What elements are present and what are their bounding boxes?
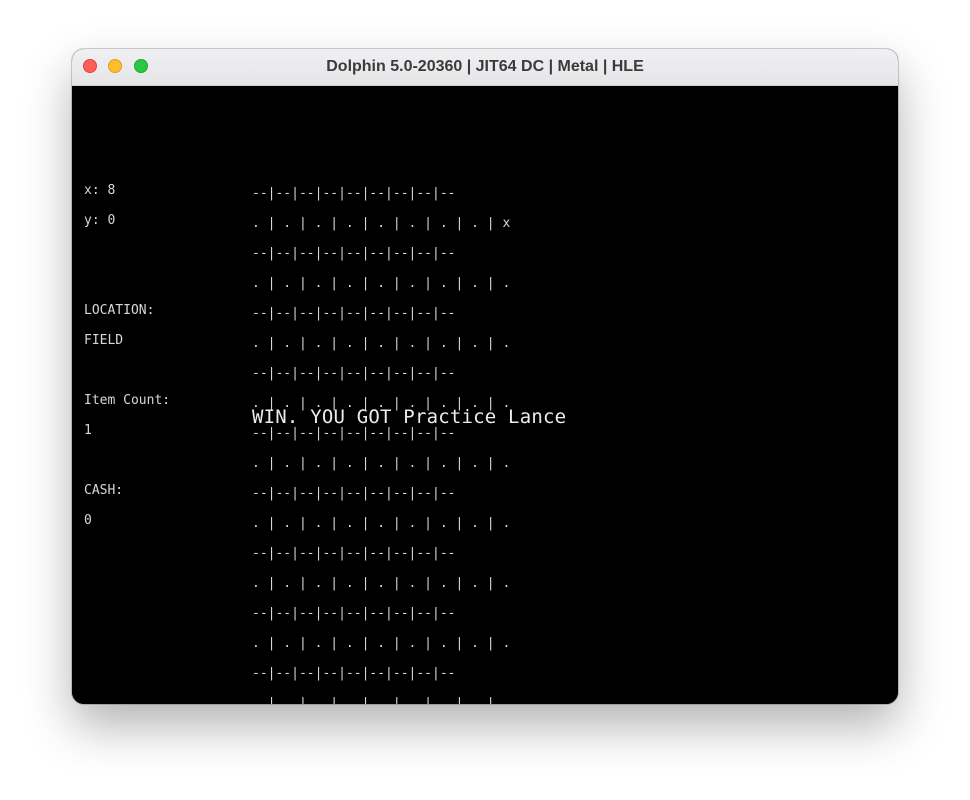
- grid-row: . | . | . | . | . | . | . | . | .: [252, 576, 511, 591]
- grid-row: . | . | . | . | . | . | . | . | .: [252, 336, 511, 351]
- game-screen[interactable]: x: 8 y: 0 LOCATION: FIELD Item Count: 1 …: [72, 86, 898, 704]
- grid-row: --|--|--|--|--|--|--|--|--: [252, 246, 456, 261]
- ascii-map-grid: --|--|--|--|--|--|--|--|-- . | . | . | .…: [252, 169, 510, 704]
- grid-row: . | . | . | . | . | . | . | . | .: [252, 456, 511, 471]
- hud-y-coordinate: y: 0: [84, 213, 116, 228]
- grid-row: --|--|--|--|--|--|--|--|--: [252, 306, 456, 321]
- emulator-window: Dolphin 5.0-20360 | JIT64 DC | Metal | H…: [72, 49, 898, 704]
- grid-row: . | . | . | . | . | . | . | . | .: [252, 696, 511, 704]
- grid-row: --|--|--|--|--|--|--|--|--: [252, 546, 456, 561]
- grid-row: --|--|--|--|--|--|--|--|--: [252, 486, 456, 501]
- title-bar[interactable]: Dolphin 5.0-20360 | JIT64 DC | Metal | H…: [72, 49, 898, 86]
- hud-location-label: LOCATION:: [84, 303, 155, 318]
- grid-row: . | . | . | . | . | . | . | . | .: [252, 516, 511, 531]
- win-message: WIN. YOU GOT Practice Lance: [252, 406, 567, 428]
- grid-row: . | . | . | . | . | . | . | . | x: [252, 216, 511, 231]
- grid-row: --|--|--|--|--|--|--|--|--: [252, 426, 456, 441]
- grid-row: --|--|--|--|--|--|--|--|--: [252, 366, 456, 381]
- hud-item-count-label: Item Count:: [84, 393, 171, 408]
- grid-row: --|--|--|--|--|--|--|--|--: [252, 186, 456, 201]
- hud-location-value: FIELD: [84, 333, 124, 348]
- grid-row: . | . | . | . | . | . | . | . | .: [252, 636, 511, 651]
- hud-x-coordinate: x: 8: [84, 183, 116, 198]
- hud-item-count-value: 1: [84, 423, 92, 438]
- hud-cash-label: CASH:: [84, 483, 124, 498]
- grid-row: --|--|--|--|--|--|--|--|--: [252, 606, 456, 621]
- grid-row: --|--|--|--|--|--|--|--|--: [252, 666, 456, 681]
- hud-cash-value: 0: [84, 513, 92, 528]
- grid-row: . | . | . | . | . | . | . | . | .: [252, 276, 511, 291]
- hud-panel: x: 8 y: 0 LOCATION: FIELD Item Count: 1 …: [84, 166, 170, 546]
- window-title: Dolphin 5.0-20360 | JIT64 DC | Metal | H…: [326, 58, 644, 75]
